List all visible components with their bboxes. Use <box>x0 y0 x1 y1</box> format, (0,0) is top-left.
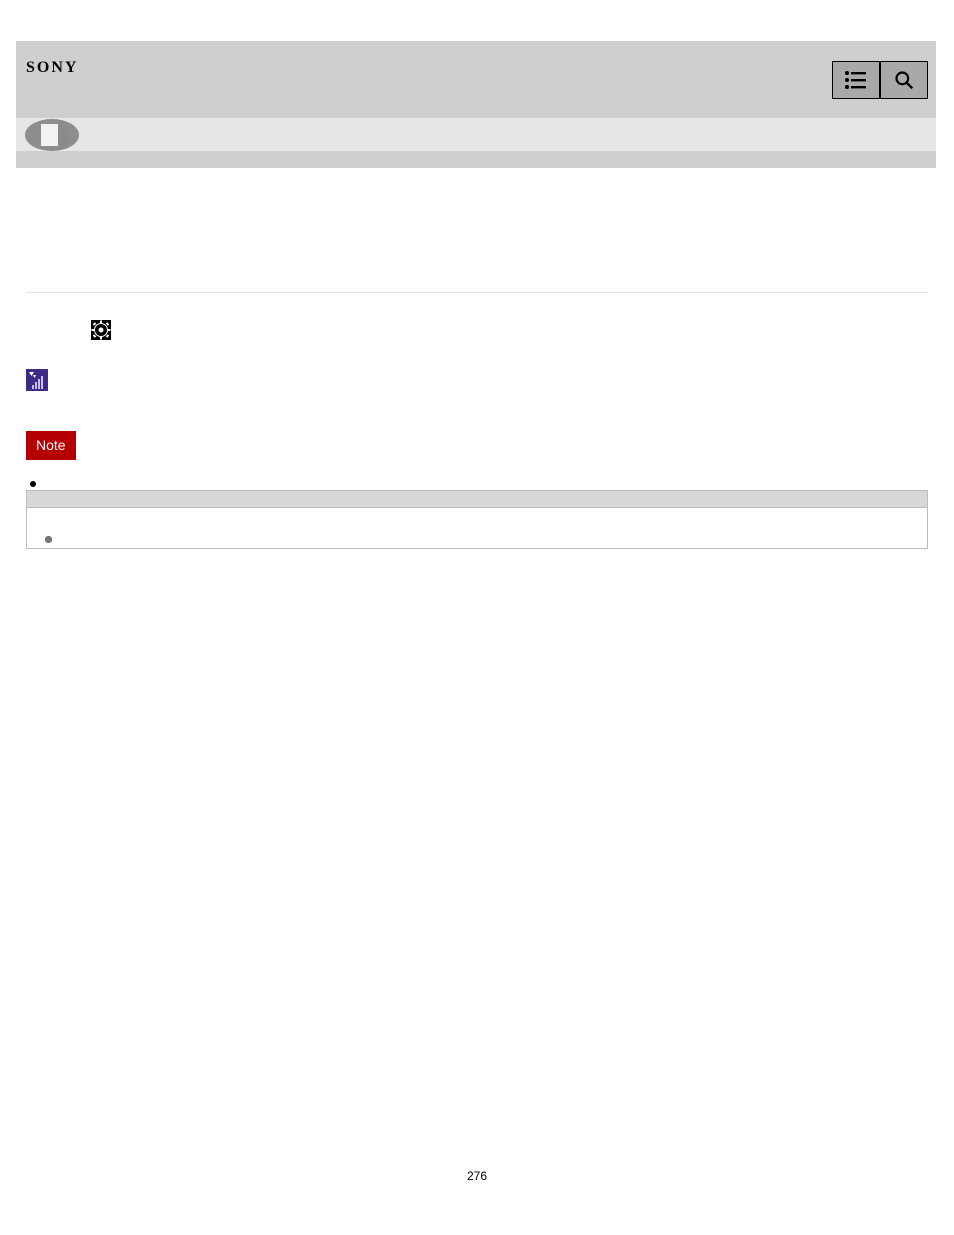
list-icon <box>844 70 868 90</box>
main-content: MENU → <box>26 320 928 549</box>
instruction-line-2 <box>26 369 928 391</box>
related-topic-list <box>27 508 927 548</box>
text-segment: (Setup) → <box>117 323 181 345</box>
help-guide-icon <box>24 118 80 152</box>
subheader-bar <box>16 118 936 168</box>
auto-review-icon <box>26 369 48 391</box>
note-label: Note <box>26 431 76 461</box>
search-button[interactable] <box>880 61 928 99</box>
related-topic-heading <box>27 491 927 508</box>
page-number: 276 <box>0 1169 954 1183</box>
instruction-line-1: MENU → <box>26 320 928 347</box>
related-topic-panel <box>26 490 928 549</box>
menu-button[interactable] <box>832 61 880 99</box>
search-icon <box>892 70 916 90</box>
brand-logo: SONY <box>26 59 78 77</box>
divider <box>26 292 928 293</box>
note-section: Note <box>26 431 928 461</box>
text-segment: MENU → <box>26 323 85 345</box>
header-buttons <box>832 61 928 99</box>
header-bar: SONY <box>16 41 936 118</box>
settings-gear-icon <box>91 320 111 347</box>
